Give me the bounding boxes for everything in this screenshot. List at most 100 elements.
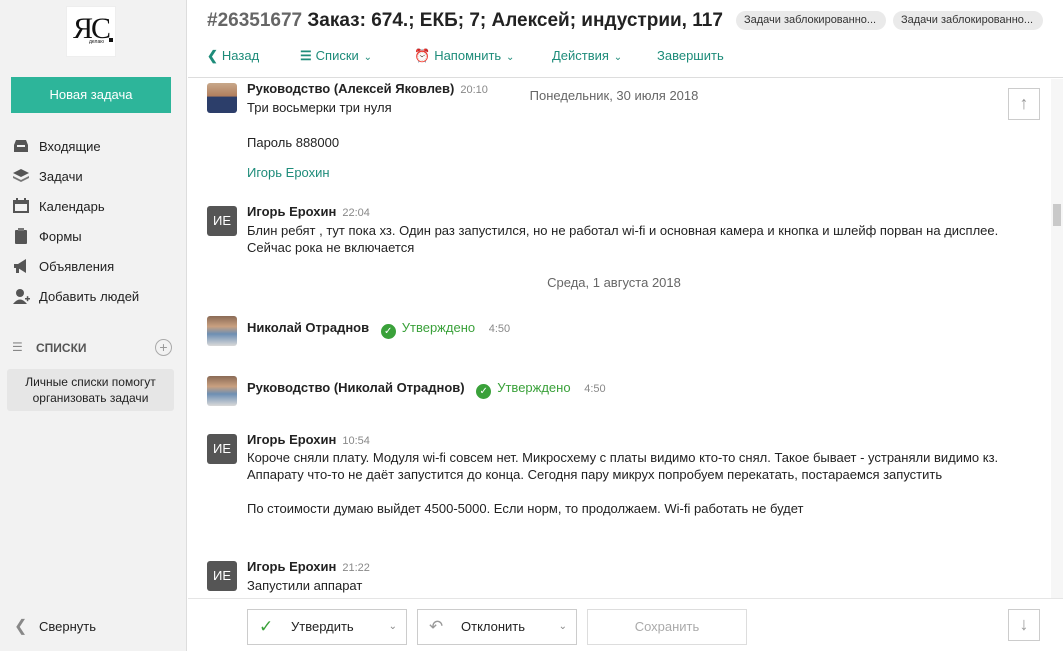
reject-label: Отклонить	[461, 619, 526, 634]
comment-time: 4:50	[584, 383, 606, 395]
sidebar-item-label: Задачи	[39, 169, 83, 184]
finish-button[interactable]: Завершить	[657, 46, 724, 66]
chevron-down-icon: ⌄	[558, 621, 567, 632]
comment-time: 21:22	[342, 562, 370, 574]
scrollbar-thumb[interactable]	[1053, 204, 1061, 226]
comment-time: 10:54	[342, 435, 370, 447]
sidebar-item-add-people[interactable]: Добавить людей	[0, 287, 187, 317]
sidebar-item-label: Входящие	[39, 139, 101, 154]
inbox-icon	[12, 138, 30, 156]
comment-line: Пароль 888000	[247, 135, 340, 150]
lists-hint: Личные списки помогут организовать задач…	[7, 369, 174, 411]
sidebar-item-announcements[interactable]: Объявления	[0, 257, 187, 287]
sidebar-item-tasks[interactable]: Задачи	[0, 167, 187, 197]
sidebar-item-label: Объявления	[39, 259, 115, 274]
logo[interactable]: ЯС делаю	[66, 6, 116, 57]
approval-status: ✓ Утверждено	[380, 320, 476, 339]
comment-author[interactable]: Игорь Ерохин 22:04	[247, 204, 370, 219]
comment-item: Николай Отраднов ✓ Утверждено 4:50	[207, 314, 1017, 348]
sidebar: ЯС делаю Новая задача Входящие Задачи Ка…	[0, 0, 187, 651]
check-circle-icon: ✓	[476, 384, 492, 399]
avatar[interactable]	[207, 376, 237, 406]
sidebar-nav: Входящие Задачи Календарь Формы Объявлен…	[0, 137, 187, 317]
back-label: Назад	[221, 48, 260, 63]
approval-label: Утверждено	[497, 380, 571, 395]
undo-icon: ↶	[429, 617, 444, 636]
status-badge[interactable]: Задачи заблокированно...	[893, 11, 1043, 30]
avatar[interactable]: ИЕ	[207, 434, 237, 464]
comment-item: ИЕ Игорь Ерохин 21:22 Запустили аппарат	[207, 559, 1017, 598]
arrow-down-icon: ↓	[1019, 614, 1029, 634]
arrow-up-icon: ↑	[1019, 93, 1029, 113]
author-name: Руководство (Николай Отраднов)	[247, 380, 465, 395]
lists-dropdown-label: Списки	[315, 48, 359, 63]
comment-time: 20:10	[460, 84, 488, 96]
lists-dropdown[interactable]: ☰ Списки ⌄	[300, 46, 372, 68]
comment-body: Три восьмерки три нуля Пароль 888000 Иго…	[247, 99, 1017, 181]
comment-line: Три восьмерки три нуля	[247, 100, 392, 115]
chevron-down-icon: ⌄	[610, 52, 623, 63]
remind-dropdown[interactable]: ⏰ Напомнить ⌄	[414, 46, 514, 68]
save-button[interactable]: Сохранить	[587, 609, 747, 645]
approve-button[interactable]: ✓ Утвердить ⌄	[247, 609, 407, 645]
author-name: Игорь Ерохин	[247, 204, 337, 219]
comment-author[interactable]: Руководство (Николай Отраднов) ✓ Утвержде…	[247, 380, 606, 399]
comment-body: Запустили аппарат	[247, 578, 363, 593]
comment-item: Руководство (Николай Отраднов) ✓ Утвержде…	[207, 374, 1017, 408]
chevron-left-icon: ❮	[207, 48, 218, 63]
calendar-icon	[12, 198, 30, 216]
lists-label: СПИСКИ	[36, 341, 87, 355]
actions-dropdown[interactable]: Действия ⌄	[552, 46, 622, 68]
list-icon: ☰	[300, 48, 312, 63]
add-user-icon	[12, 288, 30, 306]
avatar[interactable]: ИЕ	[207, 561, 237, 591]
collapse-label: Свернуть	[39, 619, 97, 634]
sidebar-item-calendar[interactable]: Календарь	[0, 197, 187, 227]
task-header: #26351677 Заказ: 674.; ЕКБ; 7; Алексей; …	[188, 0, 1063, 78]
list-icon: ☰	[12, 340, 23, 354]
collapse-sidebar-button[interactable]: ❮ Свернуть	[14, 616, 134, 636]
chevron-down-icon: ⌄	[388, 621, 397, 632]
comment-line: По стоимости думаю выйдет 4500-5000. Есл…	[247, 501, 804, 516]
author-name: Игорь Ерохин	[247, 432, 337, 447]
sidebar-item-label: Календарь	[39, 199, 105, 214]
comment-item: ИЕ Игорь Ерохин 10:54 Короче сняли плату.…	[207, 432, 1017, 542]
comment-body: Короче сняли плату. Модуля wi-fi совсем …	[247, 449, 1017, 517]
page-title: #26351677 Заказ: 674.; ЕКБ; 7; Алексей; …	[207, 10, 723, 32]
comment-line: Короче сняли плату. Модуля wi-fi совсем …	[247, 450, 999, 482]
task-title: Заказ: 674.; ЕКБ; 7; Алексей; индустрии,…	[307, 10, 723, 31]
comment-author[interactable]: Николай Отраднов ✓ Утверждено 4:50	[247, 320, 510, 339]
scroll-up-button[interactable]: ↑	[1008, 88, 1040, 120]
comment-time: 22:04	[342, 207, 370, 219]
scroll-down-button[interactable]: ↓	[1008, 609, 1040, 641]
status-badge[interactable]: Задачи заблокированно...	[736, 11, 886, 30]
megaphone-icon	[12, 258, 30, 276]
sidebar-item-inbox[interactable]: Входящие	[0, 137, 187, 167]
comment-item: ИЕ Игорь Ерохин 22:04 Блин ребят , тут по…	[207, 204, 1017, 264]
sidebar-item-label: Формы	[39, 229, 82, 244]
task-number: #26351677	[207, 10, 303, 31]
actions-label: Действия	[552, 48, 609, 63]
action-bar: ✓ Утвердить ⌄ ↶ Отклонить ⌄ Сохранить ↓	[188, 598, 1063, 651]
scrollbar[interactable]	[1051, 79, 1063, 598]
comment-author[interactable]: Руководство (Алексей Яковлев) 20:10	[247, 81, 488, 96]
avatar[interactable]: ИЕ	[207, 206, 237, 236]
reject-button[interactable]: ↶ Отклонить ⌄	[417, 609, 577, 645]
approve-label: Утвердить	[291, 619, 354, 634]
sidebar-item-forms[interactable]: Формы	[0, 227, 187, 257]
avatar[interactable]	[207, 83, 237, 113]
mention-link[interactable]: Игорь Ерохин	[247, 164, 1017, 181]
back-button[interactable]: ❮ Назад	[207, 46, 259, 66]
new-task-button[interactable]: Новая задача	[11, 77, 171, 113]
logo-dot	[109, 38, 113, 42]
comment-author[interactable]: Игорь Ерохин 21:22	[247, 559, 370, 574]
chevron-down-icon: ⌄	[360, 52, 372, 63]
finish-label: Завершить	[657, 48, 724, 63]
date-separator: Среда, 1 августа 2018	[547, 275, 681, 290]
comment-author[interactable]: Игорь Ерохин 10:54	[247, 432, 370, 447]
approval-status: ✓ Утверждено	[476, 380, 571, 399]
logo-subtext: делаю	[89, 39, 104, 45]
add-list-icon[interactable]: +	[155, 339, 172, 356]
approval-label: Утверждено	[401, 320, 476, 335]
avatar[interactable]	[207, 316, 237, 346]
